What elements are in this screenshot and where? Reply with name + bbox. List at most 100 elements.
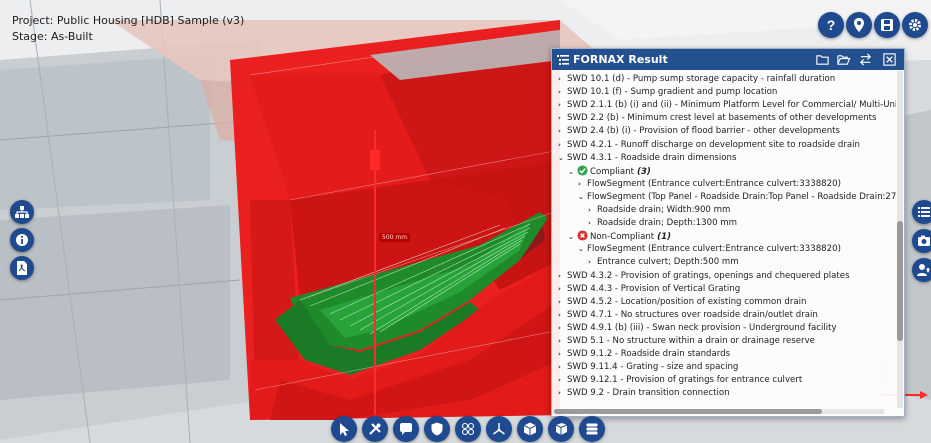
hierarchy-button[interactable]: [10, 200, 34, 224]
result-row[interactable]: › SWD 4.2.1 - Runoff discharge on develop…: [558, 139, 860, 152]
chevron-right-icon[interactable]: ›: [558, 322, 567, 335]
chevron-right-icon[interactable]: ›: [558, 73, 567, 86]
chevron-right-icon[interactable]: ›: [558, 139, 567, 152]
user-location-button[interactable]: [912, 258, 931, 282]
pattern-button[interactable]: [455, 416, 481, 442]
result-row[interactable]: › SWD 10.1 (f) - Sump gradient and pump l…: [558, 86, 777, 99]
comment-icon: [400, 423, 412, 435]
chevron-down-icon[interactable]: ⌄: [578, 191, 587, 204]
result-row[interactable]: › SWD 2.4 (b) (i) - Provision of flood ba…: [558, 125, 840, 138]
settings-button[interactable]: [902, 12, 928, 38]
chevron-right-icon[interactable]: ›: [558, 296, 567, 309]
chevron-right-icon[interactable]: ›: [558, 270, 567, 283]
comment-button[interactable]: [393, 416, 419, 442]
result-row-label: SWD 5.1 - No structure within a drain or…: [567, 336, 815, 346]
result-row[interactable]: ⌄ Non-Compliant (1): [568, 230, 671, 243]
fornax-result-panel[interactable]: FORNAX Result › SWD 10.1 (d) - Pump sump …: [551, 48, 905, 417]
save-button[interactable]: [874, 12, 900, 38]
chevron-right-icon[interactable]: ›: [558, 86, 567, 99]
chevron-right-icon[interactable]: ›: [558, 309, 567, 322]
chevron-right-icon[interactable]: ›: [578, 178, 587, 191]
result-row[interactable]: ⌄ FlowSegment (Top Panel - Roadside Drain…: [578, 191, 896, 204]
result-row-label: Roadside drain; Depth:1300 mm: [597, 218, 738, 229]
chevron-right-icon[interactable]: ›: [558, 112, 567, 125]
result-row[interactable]: › SWD 9.12.1 - Provision of gratings for …: [558, 374, 802, 387]
result-row[interactable]: › SWD 4.7.1 - No structures over roadside…: [558, 309, 818, 322]
result-row-label: Non-Compliant: [590, 232, 655, 243]
result-row-label: FlowSegment (Entrance culvert:Entrance c…: [587, 178, 841, 189]
folder-icon[interactable]: [815, 52, 830, 67]
section-box-button[interactable]: [548, 416, 574, 442]
result-row-label: SWD 9.2 - Drain transition connection: [567, 388, 730, 399]
result-row[interactable]: ⌄ FlowSegment (Entrance culvert:Entrance …: [578, 243, 841, 256]
result-row[interactable]: ⌄ Compliant (3): [568, 165, 651, 178]
results-list-button[interactable]: [912, 200, 931, 224]
result-row[interactable]: › SWD 9.2 - Drain transition connection: [558, 387, 730, 400]
result-row[interactable]: › SWD 2.2 (b) - Minimum crest level at ba…: [558, 112, 876, 125]
result-row[interactable]: › Entrance culvert; Depth:500 mm: [588, 256, 739, 269]
result-row[interactable]: ⌄ SWD 4.3.1 - Roadside drain dimensions: [558, 152, 736, 165]
pdf-button[interactable]: [10, 256, 34, 280]
user-location-icon: [917, 264, 930, 276]
chevron-down-icon[interactable]: ⌄: [568, 166, 577, 179]
result-count: (1): [654, 232, 672, 243]
result-row[interactable]: › SWD 2.1.1 (b) (i) and (ii) - Minimum Pl…: [558, 99, 896, 112]
chevron-right-icon[interactable]: ›: [558, 348, 567, 361]
panel-header: FORNAX Result: [552, 49, 904, 70]
chevron-right-icon[interactable]: ›: [558, 335, 567, 348]
pattern-icon: [461, 422, 475, 436]
result-row[interactable]: › SWD 9.11.4 - Grating - size and spacing: [558, 361, 738, 374]
chevron-right-icon[interactable]: ›: [588, 217, 597, 230]
result-row[interactable]: › SWD 4.3.2 - Provision of gratings, open…: [558, 270, 850, 283]
chevron-right-icon[interactable]: ›: [558, 361, 567, 374]
vertical-scrollbar[interactable]: [897, 71, 903, 408]
camera-icon: [918, 235, 930, 246]
chevron-right-icon[interactable]: ›: [558, 99, 567, 112]
horizontal-scrollbar[interactable]: [554, 409, 884, 414]
result-row[interactable]: › SWD 4.5.2 - Location/position of existi…: [558, 296, 807, 309]
chevron-right-icon[interactable]: ›: [558, 125, 567, 138]
chevron-down-icon[interactable]: ⌄: [558, 152, 567, 165]
result-row-label: SWD 9.1.2 - Roadside drain standards: [567, 349, 731, 360]
chevron-down-icon[interactable]: ⌄: [578, 243, 587, 256]
result-row-label: Roadside drain; Width:900 mm: [597, 205, 731, 215]
results-tree[interactable]: › SWD 10.1 (d) - Pump sump storage capaci…: [552, 70, 896, 408]
location-button[interactable]: [846, 12, 872, 38]
folder-open-icon[interactable]: [836, 52, 851, 67]
chevron-right-icon[interactable]: ›: [588, 204, 597, 217]
vertical-scroll-thumb[interactable]: [897, 221, 903, 341]
close-icon[interactable]: [882, 52, 897, 67]
help-button[interactable]: ?: [818, 12, 844, 38]
result-row[interactable]: › SWD 5.1 - No structure within a drain o…: [558, 335, 815, 348]
tools-button[interactable]: [362, 416, 388, 442]
chevron-right-icon[interactable]: ›: [588, 256, 597, 269]
result-row-label: SWD 9.11.4 - Grating - size and spacing: [567, 362, 739, 373]
result-count: (3): [633, 166, 651, 177]
axes-button[interactable]: [486, 416, 512, 442]
result-row-label: SWD 4.3.1 - Roadside drain dimensions: [567, 152, 737, 163]
horizontal-scroll-thumb[interactable]: [554, 409, 822, 414]
pointer-button[interactable]: [331, 416, 357, 442]
result-row[interactable]: › SWD 4.9.1 (b) (iii) - Swan neck provisi…: [558, 322, 837, 335]
hierarchy-icon: [15, 206, 29, 218]
cube-button[interactable]: [517, 416, 543, 442]
chevron-down-icon[interactable]: ⌄: [568, 231, 577, 244]
chevron-right-icon[interactable]: ›: [558, 283, 567, 296]
swap-icon[interactable]: [858, 52, 873, 67]
camera-button[interactable]: [912, 229, 931, 253]
chevron-right-icon[interactable]: ›: [558, 387, 567, 400]
layers-button[interactable]: [579, 416, 605, 442]
result-row-label: FlowSegment (Top Panel - Roadside Drain:…: [587, 191, 896, 202]
save-icon: [881, 19, 893, 31]
result-row[interactable]: › Roadside drain; Depth:1300 mm: [588, 217, 737, 230]
info-button[interactable]: [10, 228, 34, 252]
result-row[interactable]: › SWD 4.4.3 - Provision of Vertical Grati…: [558, 283, 740, 296]
shield-button[interactable]: [424, 416, 450, 442]
chevron-right-icon[interactable]: ›: [558, 374, 567, 387]
result-row[interactable]: › SWD 9.1.2 - Roadside drain standards: [558, 348, 730, 361]
result-row[interactable]: › FlowSegment (Entrance culvert:Entrance …: [578, 178, 841, 191]
shield-icon: [431, 422, 443, 436]
result-row[interactable]: › SWD 10.1 (d) - Pump sump storage capaci…: [558, 73, 835, 86]
x-circle-icon: [577, 230, 588, 241]
result-row[interactable]: › Roadside drain; Width:900 mm: [588, 204, 730, 217]
